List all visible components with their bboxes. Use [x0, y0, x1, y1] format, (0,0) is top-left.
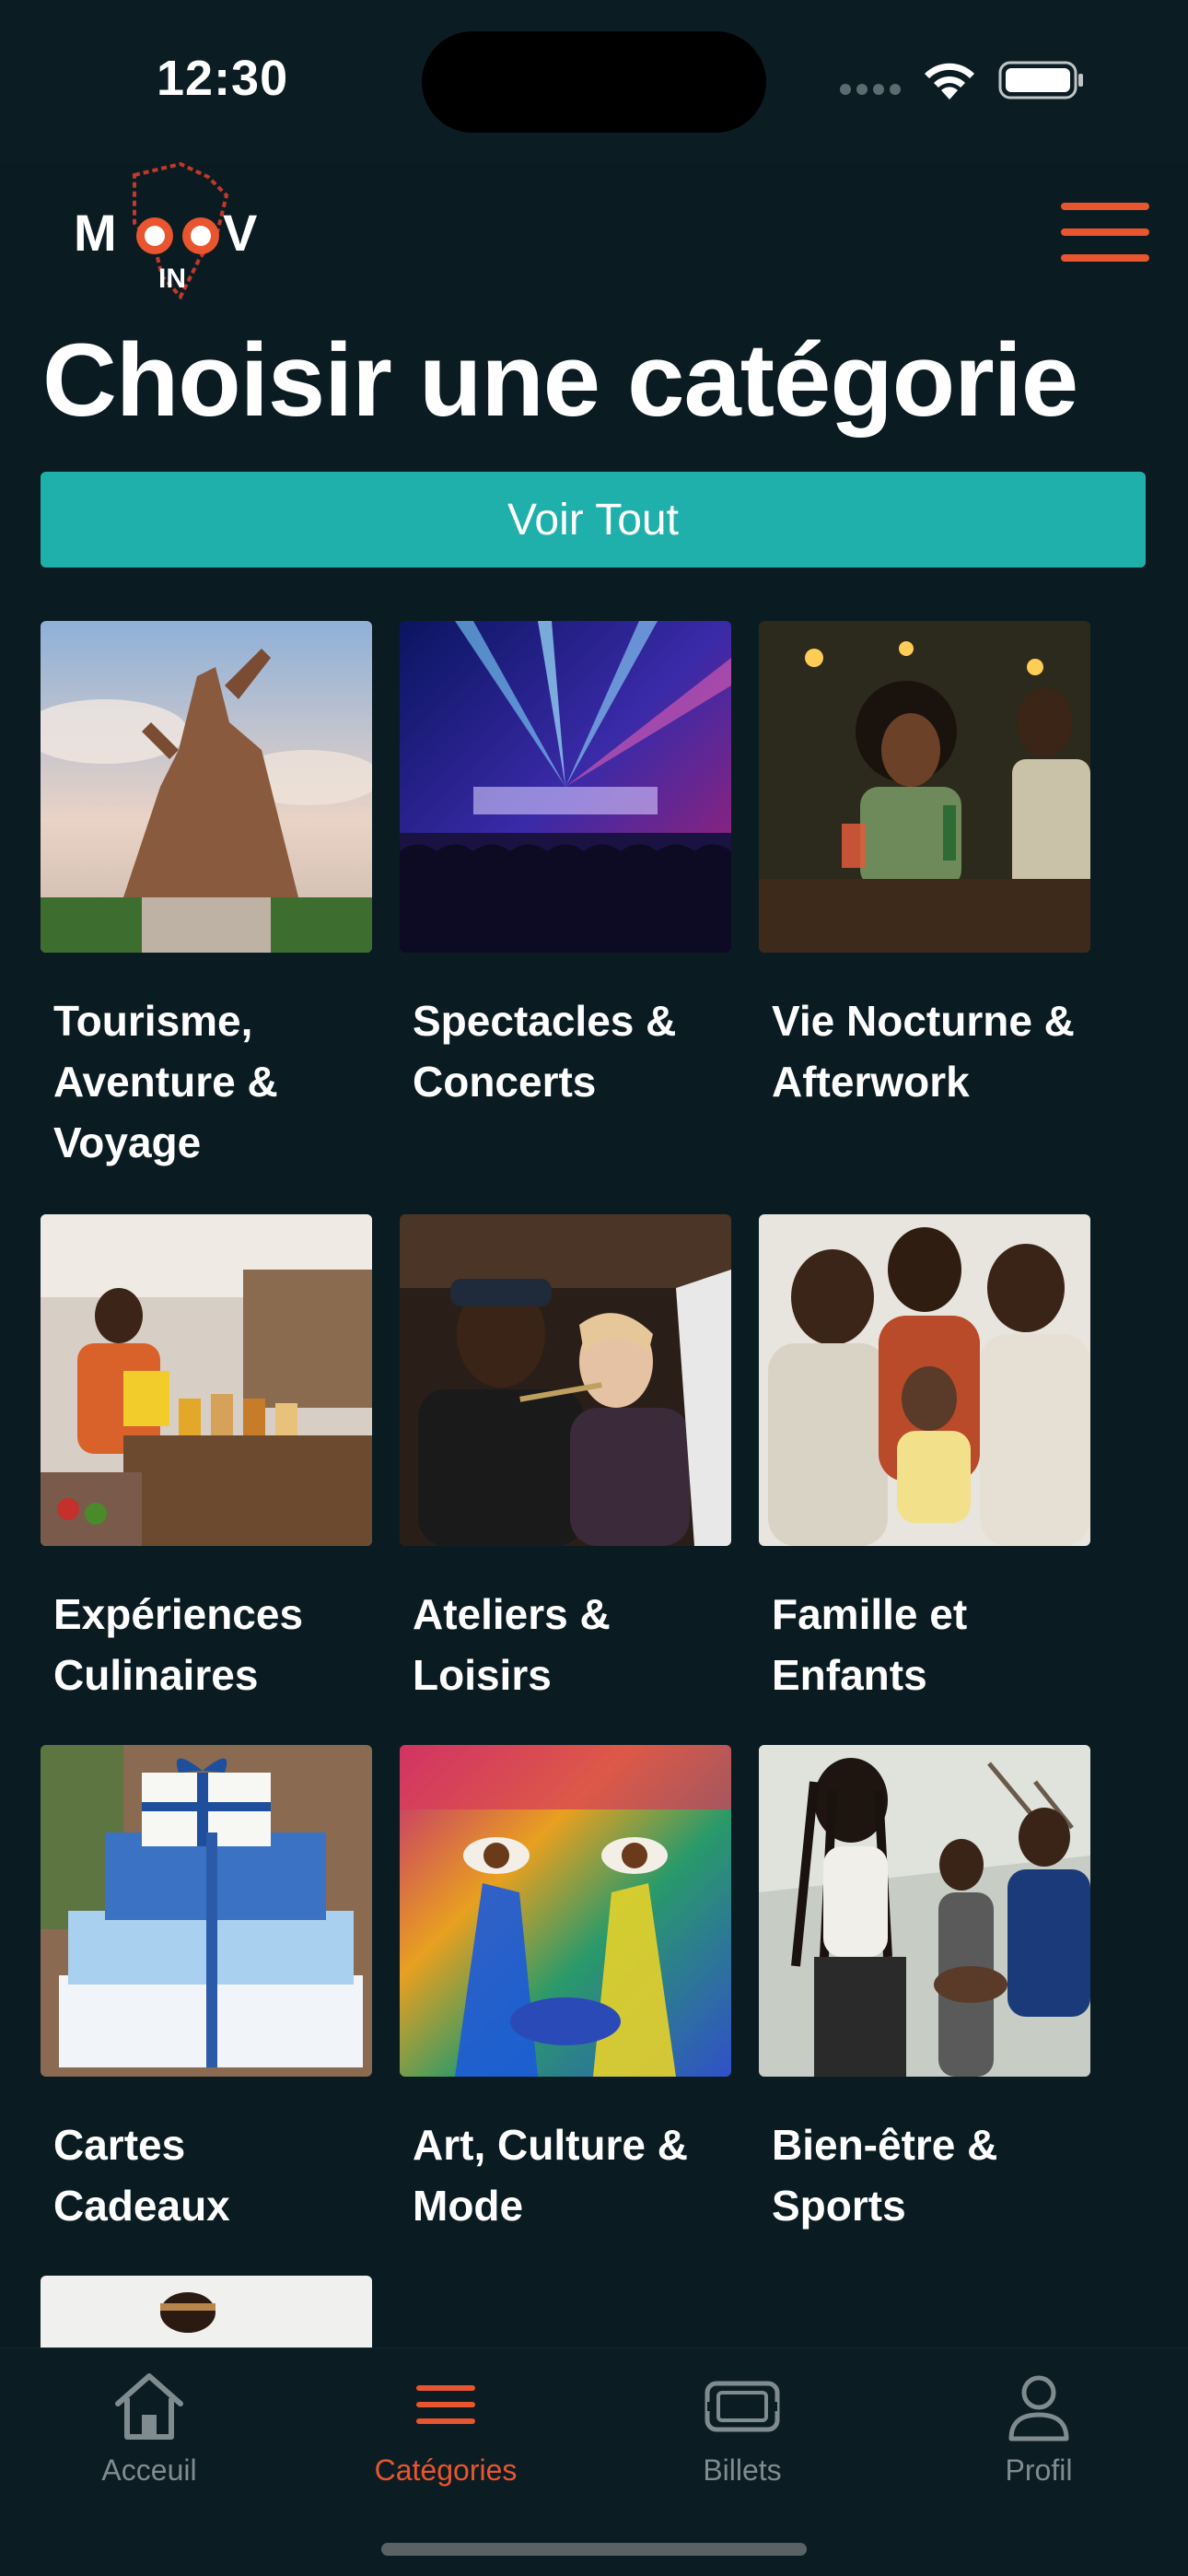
svg-text:M: M [74, 204, 117, 262]
categories-icon [416, 2385, 475, 2424]
hamburger-menu-icon [1061, 203, 1149, 210]
nav-label: Billets [703, 2453, 782, 2487]
battery-icon [998, 61, 1083, 100]
gift-boxes-photo [41, 1745, 372, 2077]
wifi-icon [925, 63, 974, 100]
painting-photo [400, 1214, 731, 1546]
nav-item-billets[interactable]: Billets [632, 2367, 853, 2488]
moovin-logo: M V IN [74, 161, 257, 300]
category-label: Expériences Culinaires [53, 1590, 304, 1699]
home-icon [115, 2373, 183, 2440]
nav-item-profil[interactable]: Profil [928, 2367, 1149, 2488]
category-label: Art, Culture & Mode [413, 2121, 688, 2230]
category-card-bien-etre[interactable]: Bien-être & Sports [759, 1745, 1090, 2236]
monument-photo [22, 621, 381, 953]
hamburger-menu-button[interactable] [1061, 203, 1149, 263]
category-label: Bien-être & Sports [772, 2121, 998, 2230]
category-card-art-culture[interactable]: Art, Culture & Mode [400, 1745, 731, 2236]
category-card-famille[interactable]: Famille et Enfants [759, 1214, 1090, 1705]
nav-label: Catégories [374, 2453, 518, 2487]
dynamic-island [422, 31, 766, 133]
fitness-photo [759, 1745, 1090, 2077]
nav-label: Profil [1005, 2453, 1073, 2487]
cellular-signal-icon [840, 83, 906, 96]
page-title: Choisir une catégorie [42, 322, 1078, 438]
profile-icon [1008, 2375, 1069, 2441]
market-photo [41, 1214, 372, 1546]
category-label: Famille et Enfants [772, 1590, 968, 1699]
status-bar: 12:30 [0, 0, 1188, 162]
painted-face-photo [400, 1745, 731, 2077]
ticket-icon [705, 2381, 780, 2432]
category-label: Vie Nocturne & Afterwork [772, 997, 1075, 1106]
category-card-ateliers[interactable]: Ateliers & Loisirs [400, 1214, 731, 1705]
category-label: Cartes Cadeaux [53, 2121, 230, 2230]
nav-label: Acceuil [101, 2453, 197, 2487]
category-card-cartes-cadeaux[interactable]: Cartes Cadeaux [41, 1745, 372, 2236]
nightlife-photo [759, 621, 1090, 953]
nav-item-categories[interactable]: Catégories [335, 2367, 556, 2488]
bottom-nav: Acceuil Catégories Billets Profil [0, 2348, 1188, 2576]
voir-tout-button[interactable]: Voir Tout [41, 472, 1146, 568]
nav-item-acceuil[interactable]: Acceuil [39, 2367, 260, 2488]
category-card-culinaires[interactable]: Expériences Culinaires [41, 1214, 372, 1705]
category-label: Ateliers & Loisirs [413, 1590, 611, 1699]
svg-text:IN: IN [158, 263, 186, 294]
status-time: 12:30 [157, 51, 289, 106]
svg-text:V: V [223, 204, 257, 262]
concert-photo [400, 621, 731, 953]
category-card-tourisme[interactable]: Tourisme, Aventure & Voyage [22, 621, 381, 1173]
category-label: Tourisme, Aventure & Voyage [53, 997, 278, 1166]
category-card-vie-nocturne[interactable]: Vie Nocturne & Afterwork [759, 621, 1090, 1112]
category-card-spectacles[interactable]: Spectacles & Concerts [400, 621, 731, 1112]
home-indicator[interactable] [381, 2543, 807, 2556]
category-label: Spectacles & Concerts [413, 997, 677, 1106]
family-photo [759, 1214, 1090, 1546]
